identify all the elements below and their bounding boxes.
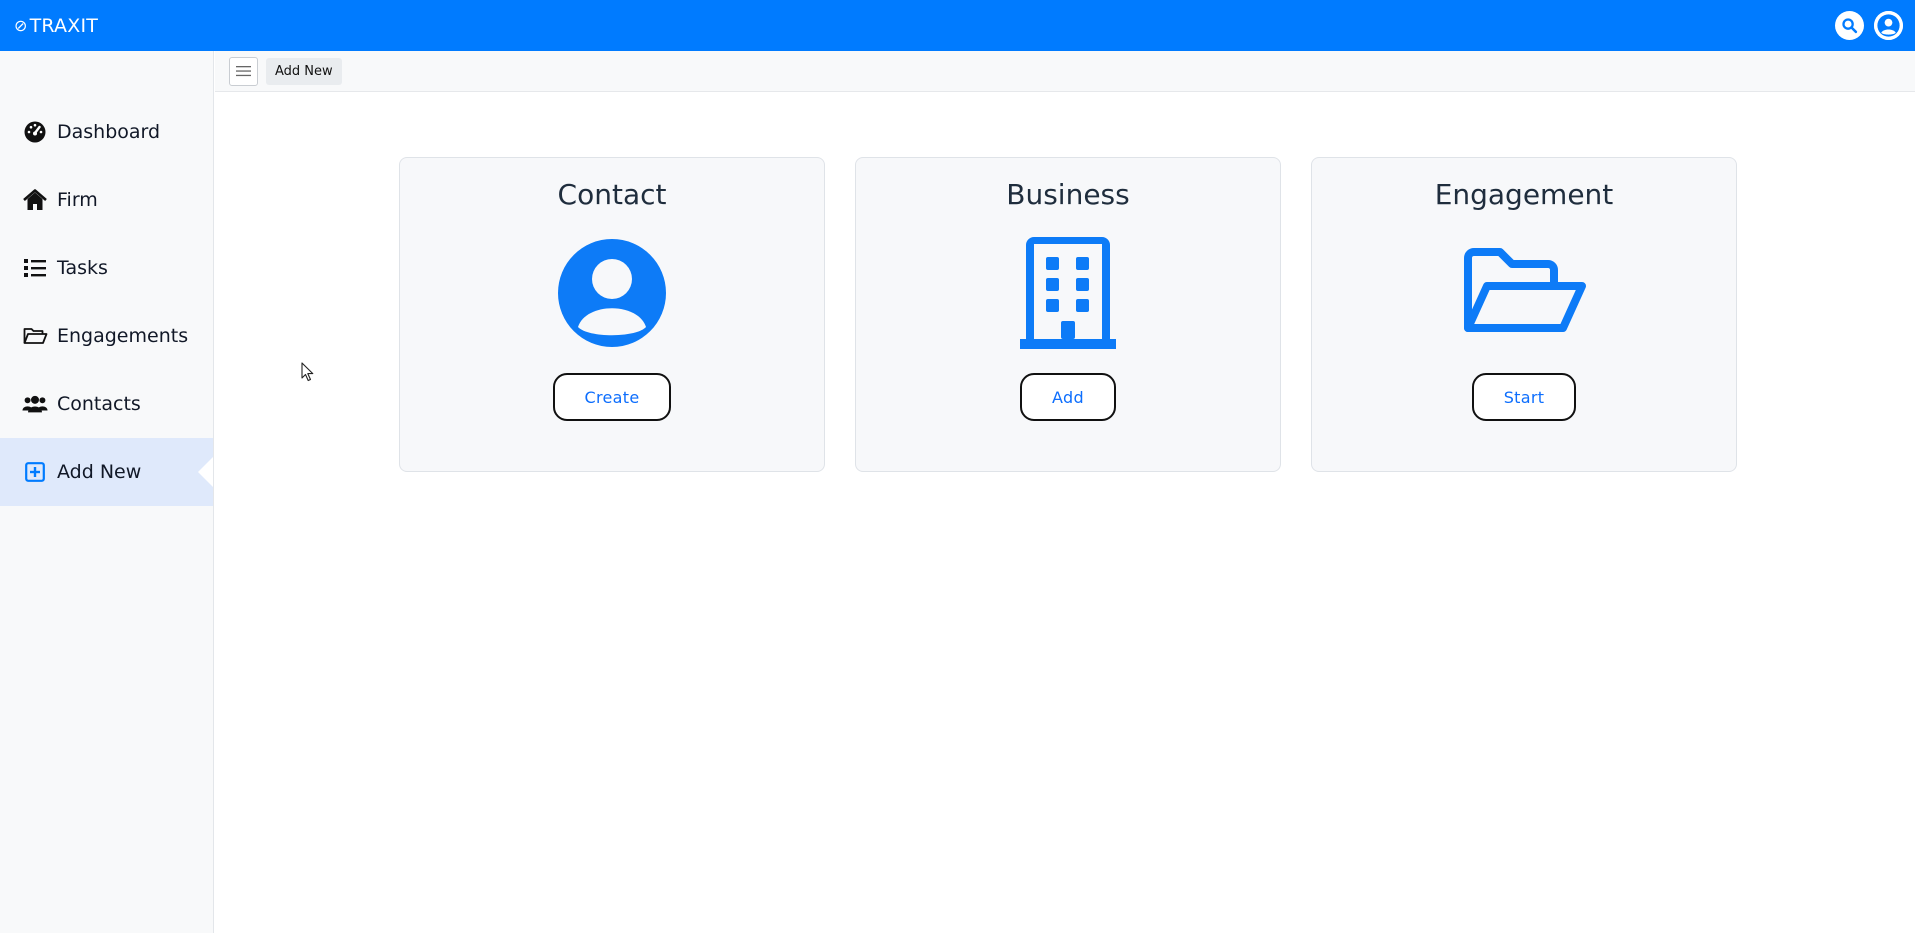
- sidebar-item-label: Firm: [57, 189, 98, 211]
- start-engagement-button[interactable]: Start: [1471, 373, 1577, 421]
- top-actions: [1835, 11, 1903, 40]
- speedometer-icon: [22, 119, 48, 145]
- toolbar: Add New: [215, 51, 1915, 92]
- sidebar-item-tasks[interactable]: Tasks: [0, 234, 213, 302]
- business-card: Business Add: [855, 157, 1281, 472]
- top-navbar: ⊘ TRAXIT: [0, 0, 1915, 51]
- sidebar-nav: Dashboard Firm Tasks Engagements Contact…: [0, 98, 213, 506]
- search-button[interactable]: [1835, 11, 1864, 40]
- sidebar-item-label: Contacts: [57, 393, 141, 415]
- home-icon: [22, 187, 48, 213]
- contact-card: Contact Create: [399, 157, 825, 472]
- add-business-button[interactable]: Add: [1020, 373, 1116, 421]
- card-title: Engagement: [1434, 178, 1614, 211]
- create-contact-button[interactable]: Create: [552, 373, 672, 421]
- brand-name: TRAXIT: [29, 14, 99, 37]
- add-new-cards: Contact Create Business Add Engagement S…: [399, 157, 1737, 472]
- sidebar-item-firm[interactable]: Firm: [0, 166, 213, 234]
- breadcrumb[interactable]: Add New: [266, 57, 342, 85]
- plus-square-icon: [22, 459, 48, 485]
- building-icon: [1018, 233, 1118, 353]
- sidebar-item-dashboard[interactable]: Dashboard: [0, 98, 213, 166]
- folder-open-icon: [22, 323, 48, 349]
- user-circle-icon: [1874, 11, 1903, 40]
- search-icon: [1842, 18, 1858, 34]
- sidebar-item-contacts[interactable]: Contacts: [0, 370, 213, 438]
- engagement-card: Engagement Start: [1311, 157, 1737, 472]
- hamburger-icon: [236, 66, 251, 77]
- sidebar-toggle-button[interactable]: [229, 56, 258, 86]
- sidebar-item-add-new[interactable]: Add New: [0, 438, 213, 506]
- sidebar-item-engagements[interactable]: Engagements: [0, 302, 213, 370]
- sidebar: Dashboard Firm Tasks Engagements Contact…: [0, 51, 214, 933]
- sidebar-item-label: Add New: [57, 461, 142, 483]
- card-title: Business: [1006, 178, 1130, 211]
- sidebar-item-label: Engagements: [57, 325, 189, 347]
- sidebar-item-label: Tasks: [57, 257, 108, 279]
- brand-logo[interactable]: ⊘ TRAXIT: [14, 15, 98, 37]
- user-menu-button[interactable]: [1874, 11, 1903, 40]
- sidebar-item-label: Dashboard: [57, 121, 161, 143]
- folder-open-icon: [1460, 233, 1588, 353]
- users-icon: [22, 391, 48, 417]
- card-title: Contact: [557, 178, 667, 211]
- list-icon: [22, 255, 48, 281]
- brand-mark-icon: ⊘: [14, 16, 28, 35]
- user-circle-icon: [556, 233, 668, 353]
- mouse-cursor-icon: [301, 362, 314, 382]
